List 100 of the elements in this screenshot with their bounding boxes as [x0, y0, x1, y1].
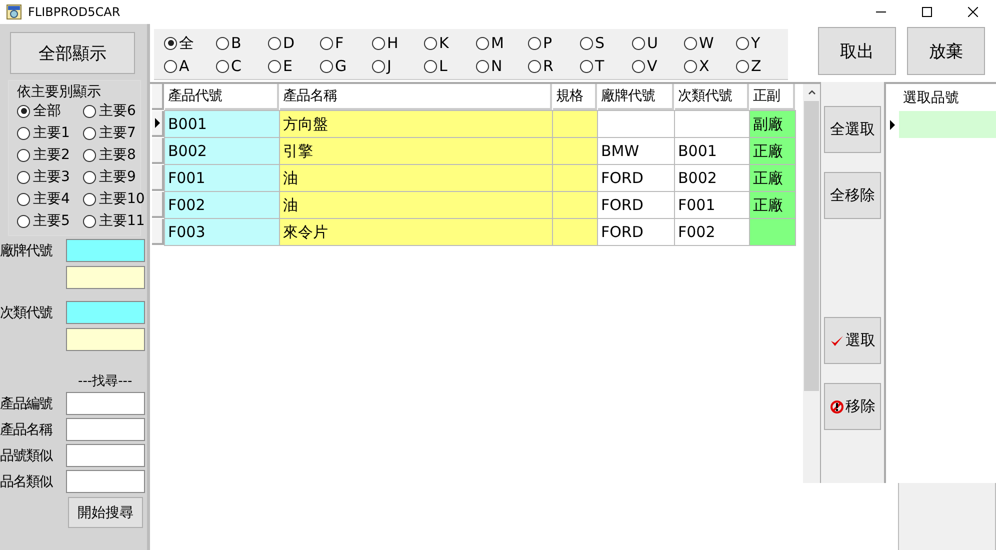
radio-icon[interactable]: [372, 60, 385, 72]
radio-option[interactable]: 主要8: [83, 145, 153, 165]
radio-icon[interactable]: [164, 60, 177, 72]
radio-option[interactable]: L: [424, 56, 476, 76]
radio-icon[interactable]: [83, 126, 96, 140]
input-field[interactable]: [66, 266, 145, 289]
radio-icon[interactable]: [684, 36, 697, 50]
radio-option[interactable]: X: [684, 56, 736, 76]
show-all-button[interactable]: 全部顯示: [10, 32, 135, 74]
input-field[interactable]: [66, 444, 145, 467]
radio-option[interactable]: R: [528, 56, 580, 76]
input-field[interactable]: [66, 470, 145, 493]
radio-icon[interactable]: [476, 36, 489, 50]
radio-icon[interactable]: [17, 192, 30, 206]
column-header[interactable]: 選取品號: [899, 84, 959, 111]
radio-icon[interactable]: [684, 60, 697, 72]
radio-option[interactable]: E: [268, 56, 320, 76]
input-field[interactable]: [66, 301, 145, 324]
close-icon[interactable]: [968, 7, 978, 17]
search-button[interactable]: 開始搜尋: [68, 497, 143, 528]
scrollbar[interactable]: [803, 82, 820, 483]
scroll-thumb[interactable]: [804, 101, 819, 391]
row-marker[interactable]: [152, 219, 164, 245]
radio-icon[interactable]: [424, 36, 437, 50]
input-field[interactable]: [66, 392, 145, 415]
radio-icon[interactable]: [632, 36, 645, 50]
radio-icon[interactable]: [17, 126, 30, 140]
row-marker[interactable]: [152, 192, 164, 218]
column-header[interactable]: 規格: [553, 84, 597, 110]
radio-icon[interactable]: [83, 104, 96, 118]
action-button[interactable]: 全移除: [824, 172, 881, 219]
radio-option[interactable]: C: [216, 56, 268, 76]
radio-icon[interactable]: [476, 60, 489, 72]
radio-option[interactable]: 主要1: [17, 123, 83, 143]
radio-option[interactable]: N: [476, 56, 528, 76]
radio-option[interactable]: 主要2: [17, 145, 83, 165]
radio-option[interactable]: U: [632, 33, 684, 53]
radio-option[interactable]: J: [372, 56, 424, 76]
radio-icon[interactable]: [17, 214, 30, 228]
input-field[interactable]: [66, 418, 145, 441]
radio-icon[interactable]: [372, 36, 385, 50]
radio-option[interactable]: Z: [736, 56, 788, 76]
radio-option[interactable]: 主要10: [83, 189, 153, 209]
radio-option[interactable]: 主要4: [17, 189, 83, 209]
maximize-icon[interactable]: [922, 7, 932, 17]
radio-icon[interactable]: [17, 170, 30, 184]
radio-icon[interactable]: [83, 214, 96, 228]
action-button[interactable]: 選取: [824, 317, 881, 364]
radio-option[interactable]: 主要7: [83, 123, 153, 143]
radio-icon[interactable]: [580, 36, 593, 50]
radio-option[interactable]: T: [580, 56, 632, 76]
radio-option[interactable]: W: [684, 33, 736, 53]
radio-icon[interactable]: [83, 148, 96, 162]
column-header[interactable]: 產品代號: [165, 84, 279, 110]
radio-icon[interactable]: [83, 192, 96, 206]
radio-icon[interactable]: [424, 60, 437, 72]
radio-icon[interactable]: [83, 170, 96, 184]
radio-icon[interactable]: [580, 60, 593, 72]
radio-icon[interactable]: [736, 36, 749, 50]
radio-option[interactable]: A: [164, 56, 216, 76]
radio-option[interactable]: H: [372, 33, 424, 53]
action-button[interactable]: 全選取: [824, 106, 881, 153]
action-button[interactable]: 移除: [824, 383, 881, 430]
radio-option[interactable]: D: [268, 33, 320, 53]
radio-option[interactable]: 全: [164, 33, 216, 53]
input-field[interactable]: [66, 328, 145, 351]
radio-icon[interactable]: [320, 60, 333, 72]
radio-icon[interactable]: [216, 36, 229, 50]
radio-icon[interactable]: [17, 148, 30, 162]
radio-option[interactable]: 主要3: [17, 167, 83, 187]
radio-option[interactable]: B: [216, 33, 268, 53]
radio-icon[interactable]: [736, 60, 749, 72]
row-marker[interactable]: [152, 111, 164, 137]
column-header[interactable]: 正副: [750, 84, 795, 110]
column-header[interactable]: 產品名稱: [280, 84, 552, 110]
radio-option[interactable]: P: [528, 33, 580, 53]
radio-icon[interactable]: [268, 60, 281, 72]
radio-icon[interactable]: [632, 60, 645, 72]
radio-option[interactable]: M: [476, 33, 528, 53]
column-header[interactable]: 次類代號: [675, 84, 749, 110]
radio-icon[interactable]: [216, 60, 229, 72]
radio-icon[interactable]: [164, 36, 177, 50]
action-button[interactable]: 放棄: [907, 27, 985, 75]
row-marker[interactable]: [152, 165, 164, 191]
column-header[interactable]: 廠牌代號: [598, 84, 674, 110]
radio-icon[interactable]: [320, 36, 333, 50]
scroll-up-icon[interactable]: [808, 90, 816, 95]
radio-option[interactable]: F: [320, 33, 372, 53]
radio-option[interactable]: G: [320, 56, 372, 76]
radio-icon[interactable]: [528, 36, 541, 50]
radio-option[interactable]: 主要6: [83, 101, 153, 121]
radio-option[interactable]: Y: [736, 33, 788, 53]
action-button[interactable]: 取出: [818, 27, 896, 75]
row-marker[interactable]: [152, 138, 164, 164]
radio-option[interactable]: V: [632, 56, 684, 76]
radio-icon[interactable]: [17, 104, 30, 118]
input-field[interactable]: [66, 239, 145, 262]
radio-option[interactable]: 主要9: [83, 167, 153, 187]
radio-option[interactable]: S: [580, 33, 632, 53]
radio-option[interactable]: 全部: [17, 101, 83, 121]
